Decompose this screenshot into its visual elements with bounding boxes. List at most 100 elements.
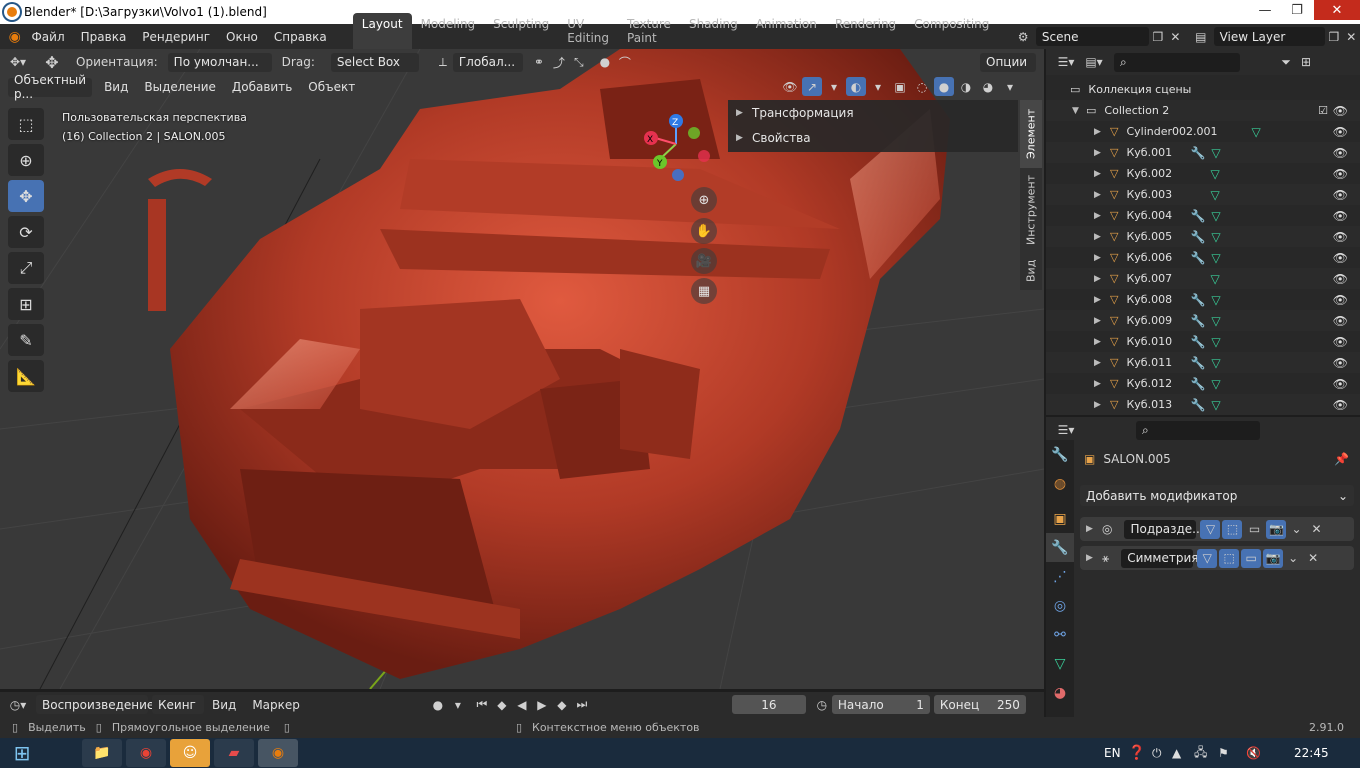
modifier-name-field[interactable]: Подразде...: [1124, 519, 1204, 539]
tab-compositing[interactable]: Compositing: [905, 13, 998, 49]
maximize-icon[interactable]: ❐: [1282, 0, 1312, 20]
mesh-data-icon[interactable]: ▽: [1211, 251, 1220, 265]
modifier-name-field[interactable]: Симметрия: [1121, 548, 1199, 568]
menu-view[interactable]: Вид: [96, 80, 136, 94]
properties-search[interactable]: ⌕: [1136, 420, 1260, 440]
mesh-data-icon[interactable]: ▽: [1211, 356, 1220, 370]
eye-icon[interactable]: 👁: [1333, 251, 1348, 265]
tab-layout[interactable]: Layout: [352, 13, 412, 49]
overlay-toggle-icon[interactable]: ◐: [846, 77, 866, 96]
modifier-wrench-icon[interactable]: 🔧: [1190, 356, 1205, 370]
eye-icon[interactable]: 👁: [1333, 209, 1348, 223]
current-frame-field[interactable]: 16: [731, 695, 806, 714]
display-mode-icon[interactable]: ▤▾: [1084, 53, 1104, 72]
mesh-data-icon[interactable]: ▽: [1211, 230, 1220, 244]
expand-icon[interactable]: ▶: [1094, 253, 1104, 263]
chevron-down-icon[interactable]: ⌄: [1283, 549, 1303, 568]
eye-icon[interactable]: 👁: [1333, 314, 1348, 328]
expand-icon[interactable]: ▶: [1094, 148, 1104, 158]
mesh-data-icon[interactable]: ▽: [1211, 146, 1220, 160]
mesh-data-icon[interactable]: ▽: [1210, 167, 1219, 181]
record-icon[interactable]: ●: [428, 695, 448, 714]
eye-icon[interactable]: 👁: [1333, 125, 1348, 139]
timeline-editor-icon[interactable]: ◷▾: [8, 695, 28, 714]
modifier-wrench-icon[interactable]: 🔧: [1190, 314, 1205, 328]
transform-icon[interactable]: ✥: [42, 53, 62, 72]
world-icon[interactable]: ◍: [1046, 469, 1074, 498]
gizmo-toggle-icon[interactable]: ↗: [802, 77, 822, 96]
tab-uv-editing[interactable]: UV Editing: [558, 13, 618, 49]
outliner-object-row[interactable]: ▶ ▽ Куб.001 🔧 ▽ 👁: [1046, 142, 1360, 163]
outliner-object-row[interactable]: ▶ ▽ Куб.012 🔧 ▽ 👁: [1046, 373, 1360, 394]
discord-icon[interactable]: ☺: [170, 739, 210, 767]
blender-menu-icon[interactable]: ◉: [6, 27, 23, 46]
app-icon[interactable]: ▰: [214, 739, 254, 767]
falloff-icon[interactable]: ⌒: [615, 53, 635, 72]
expand-icon[interactable]: ▶: [1094, 232, 1104, 242]
flag-icon[interactable]: ⚑: [1218, 746, 1229, 760]
outliner-object-row[interactable]: ▶ ▽ Куб.013 🔧 ▽ 👁: [1046, 394, 1360, 415]
scene-field[interactable]: Scene: [1035, 27, 1150, 46]
eye-icon[interactable]: 👁: [1333, 356, 1348, 370]
view-layer-field[interactable]: View Layer: [1213, 27, 1326, 46]
close-icon[interactable]: ✕: [1314, 0, 1360, 20]
eye-icon[interactable]: 👁: [1333, 377, 1348, 391]
expand-icon[interactable]: ▶: [1086, 524, 1096, 534]
eye-icon[interactable]: 👁: [1333, 167, 1348, 181]
timeline-marker-menu[interactable]: Маркер: [244, 698, 308, 712]
show-hidden-icon[interactable]: ▲: [1172, 746, 1181, 760]
panel-properties[interactable]: ▶ Свойства: [728, 125, 1018, 150]
modifier-wrench-icon[interactable]: 🔧: [1190, 251, 1205, 265]
collection-row[interactable]: ▼ ▭ Collection 2 ☑ 👁: [1046, 100, 1360, 121]
outliner-object-row[interactable]: ▶ ▽ Куб.006 🔧 ▽ 👁: [1046, 247, 1360, 268]
prev-keyframe-icon[interactable]: ◆: [492, 695, 512, 714]
visibility-icon[interactable]: 👁: [780, 77, 800, 96]
play-reverse-icon[interactable]: ◀: [512, 695, 532, 714]
data-icon[interactable]: ▽: [1046, 649, 1074, 678]
tab-rendering[interactable]: Rendering: [826, 13, 905, 49]
scene-icon[interactable]: ⚙: [1014, 27, 1031, 46]
edit-mode-toggle-icon[interactable]: ▽: [1200, 519, 1221, 539]
snap-target-icon[interactable]: ⤡: [569, 53, 589, 72]
object-icon[interactable]: ▣: [1046, 504, 1074, 533]
blender-taskbar-icon[interactable]: ◉: [258, 739, 298, 767]
eye-icon[interactable]: 👁: [1333, 293, 1348, 307]
eye-icon[interactable]: 👁: [1333, 398, 1348, 412]
modifier-icon[interactable]: 🔧: [1046, 533, 1074, 562]
transform-tool-icon[interactable]: ⊞: [8, 288, 44, 320]
viewport-toggle-icon[interactable]: ▭: [1244, 520, 1264, 539]
play-icon[interactable]: ▶: [532, 695, 552, 714]
outliner-object-row[interactable]: ▶ ▽ Куб.009 🔧 ▽ 👁: [1046, 310, 1360, 331]
mesh-data-icon[interactable]: ▽: [1211, 209, 1220, 223]
tab-modeling[interactable]: Modeling: [412, 13, 485, 49]
end-frame-field[interactable]: Конец 250: [933, 695, 1026, 714]
expand-icon[interactable]: ▶: [1094, 379, 1104, 389]
mesh-data-icon[interactable]: ▽: [1211, 293, 1220, 307]
next-keyframe-icon[interactable]: ◆: [552, 695, 572, 714]
rendered-shading-icon[interactable]: ◕: [978, 77, 998, 96]
drag-select[interactable]: Select Box: [330, 52, 419, 72]
remove-modifier-icon[interactable]: ✕: [1306, 520, 1326, 539]
expand-icon[interactable]: ▶: [1094, 127, 1104, 137]
eye-icon[interactable]: 👁: [1333, 104, 1348, 118]
constraints-icon[interactable]: ⚯: [1046, 620, 1074, 649]
timeline-view-menu[interactable]: Вид: [204, 698, 244, 712]
edit-mode-toggle-icon[interactable]: ▽: [1197, 548, 1218, 568]
annotate-tool-icon[interactable]: ✎: [8, 324, 44, 356]
record-dropdown-icon[interactable]: ▾: [448, 695, 468, 714]
proportional-icon[interactable]: ●: [595, 53, 615, 72]
viewport-toggle-icon[interactable]: ▭: [1241, 548, 1262, 568]
chevron-down-icon[interactable]: ⌄: [1286, 520, 1306, 539]
jump-end-icon[interactable]: ⏭: [572, 695, 592, 714]
eye-icon[interactable]: 👁: [1333, 272, 1348, 286]
modifier-wrench-icon[interactable]: 🔧: [1190, 209, 1205, 223]
gizmo-dropdown-icon[interactable]: ▾: [824, 77, 844, 96]
modifier-wrench-icon[interactable]: 🔧: [1190, 398, 1205, 412]
shading-dropdown-icon[interactable]: ▾: [1000, 77, 1020, 96]
modifier-wrench-icon[interactable]: 🔧: [1190, 293, 1205, 307]
tab-item[interactable]: Элемент: [1020, 100, 1042, 168]
scene-collection-row[interactable]: ▭ Коллекция сцены: [1046, 79, 1360, 100]
zoom-icon[interactable]: ⊕: [691, 187, 717, 213]
expand-icon[interactable]: ▶: [1094, 190, 1104, 200]
pivot-icon[interactable]: ⚭: [529, 53, 549, 72]
